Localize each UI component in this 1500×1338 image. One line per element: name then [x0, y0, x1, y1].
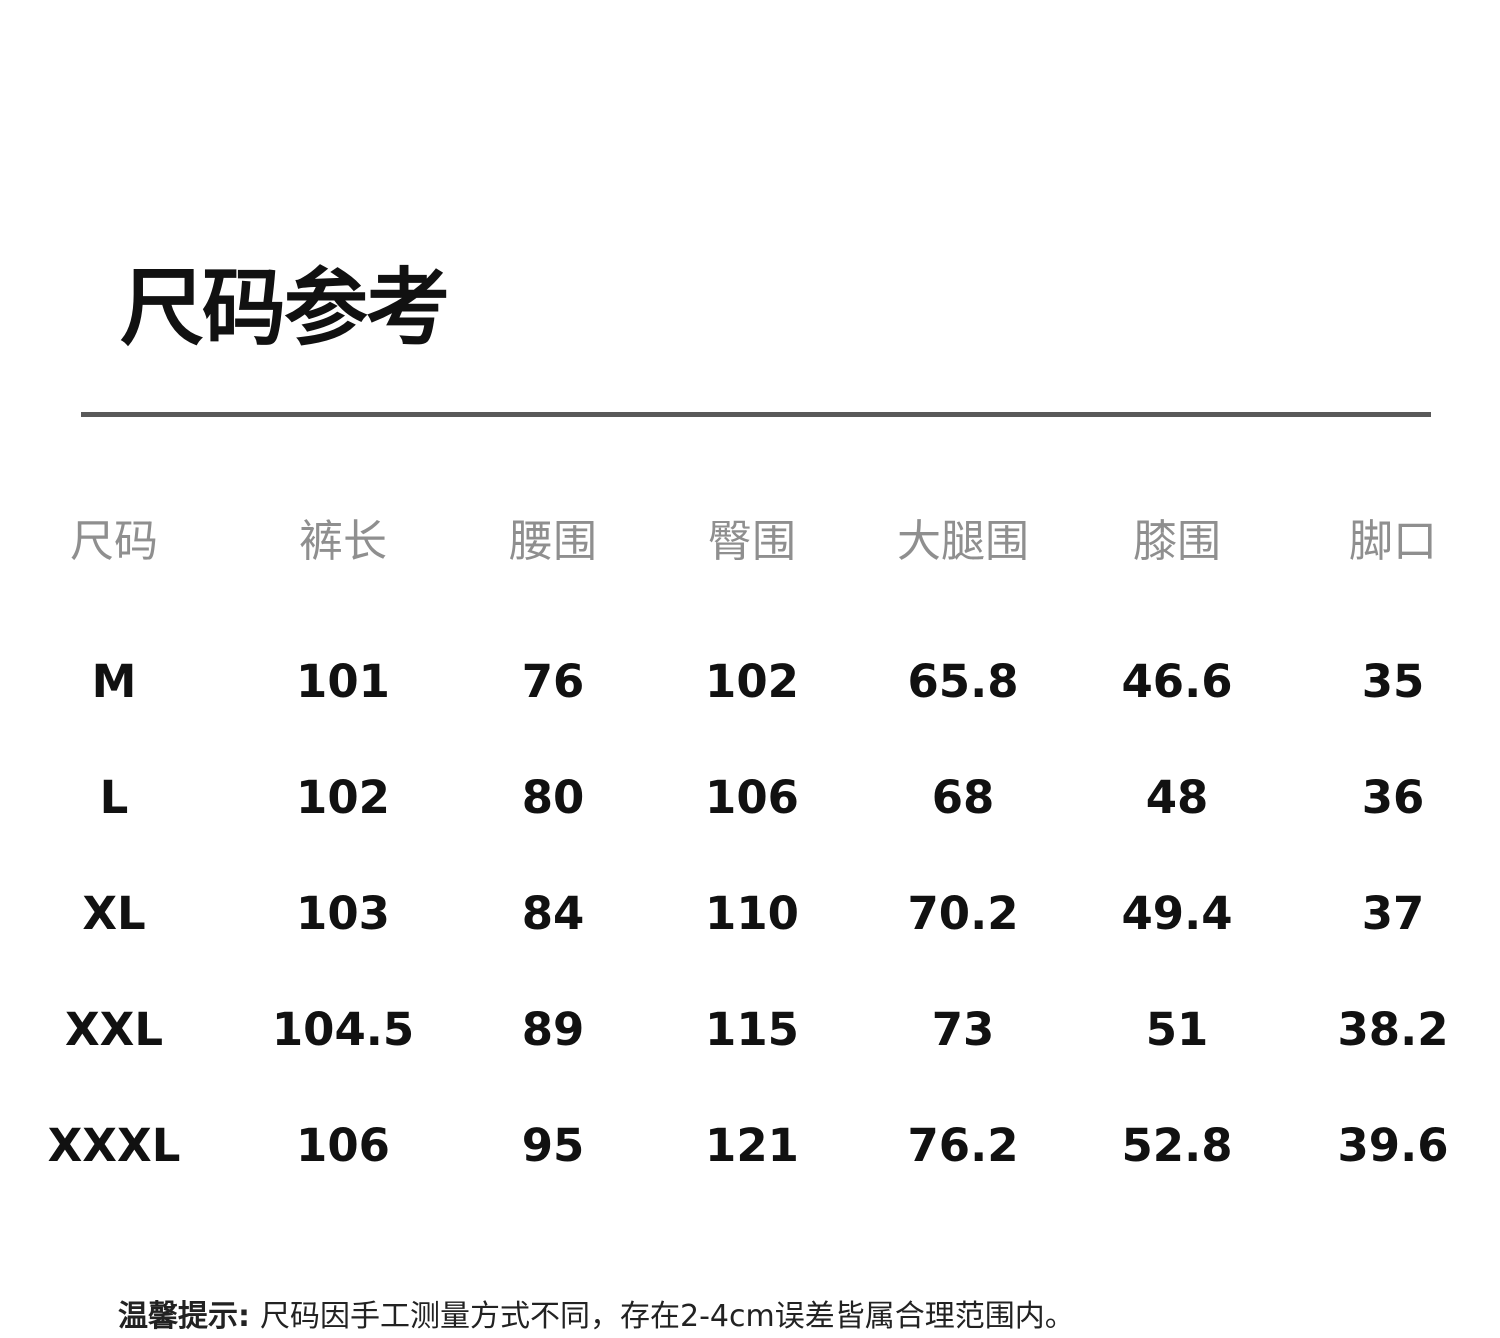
table-cell-hip: 121 [705, 1119, 799, 1172]
table-cell-size: XL [82, 887, 146, 940]
page-title: 尺码参考 [120, 259, 450, 357]
table-cell-hip: 106 [705, 771, 799, 824]
column-header-size: 尺码 [70, 516, 158, 567]
table-cell-thigh: 76.2 [907, 1119, 1019, 1172]
table-cell-knee: 48 [1145, 771, 1209, 824]
table-cell-thigh: 70.2 [907, 887, 1019, 940]
table-cell-knee: 46.6 [1121, 655, 1233, 708]
table-cell-length: 106 [296, 1119, 390, 1172]
table-cell-knee: 49.4 [1121, 887, 1233, 940]
table-cell-thigh: 73 [931, 1003, 995, 1056]
column-header-knee: 膝围 [1133, 516, 1221, 567]
column-header-length: 裤长 [299, 516, 387, 567]
footer-tip-label: 温馨提示: [118, 1299, 250, 1334]
table-cell-hem: 36 [1361, 771, 1425, 824]
table-cell-hip: 115 [705, 1003, 799, 1056]
table-cell-thigh: 68 [931, 771, 995, 824]
table-cell-hem: 39.6 [1337, 1119, 1449, 1172]
divider [81, 412, 1431, 417]
table-cell-length: 102 [296, 771, 390, 824]
table-cell-length: 104.5 [271, 1003, 415, 1056]
column-header-hem: 脚口 [1349, 516, 1437, 567]
column-header-thigh: 大腿围 [897, 516, 1029, 567]
table-cell-size: XXL [64, 1003, 164, 1056]
table-cell-hem: 35 [1361, 655, 1425, 708]
footer-tip: 温馨提示: 尺码因手工测量方式不同，存在2-4cm误差皆属合理范围内。 [118, 1296, 1075, 1338]
table-cell-thigh: 65.8 [907, 655, 1019, 708]
table-cell-knee: 52.8 [1121, 1119, 1233, 1172]
table-cell-hem: 37 [1361, 887, 1425, 940]
table-cell-length: 103 [296, 887, 390, 940]
column-header-hip: 臀围 [708, 516, 796, 567]
footer-tip-text: 尺码因手工测量方式不同，存在2-4cm误差皆属合理范围内。 [260, 1299, 1075, 1334]
table-cell-size: XXXL [47, 1119, 181, 1172]
table-cell-size: M [91, 655, 137, 708]
table-cell-hip: 110 [705, 887, 799, 940]
table-cell-size: L [99, 771, 129, 824]
table-cell-hem: 38.2 [1337, 1003, 1449, 1056]
table-cell-length: 101 [296, 655, 390, 708]
table-cell-hip: 102 [705, 655, 799, 708]
table-cell-knee: 51 [1145, 1003, 1209, 1056]
